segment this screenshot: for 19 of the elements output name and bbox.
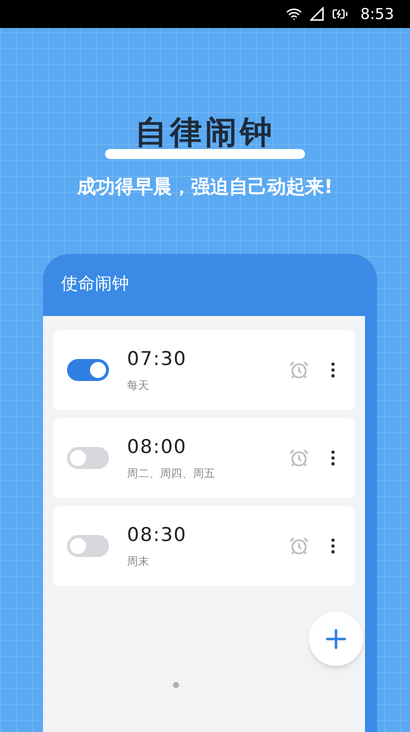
alarm-toggle[interactable] <box>67 358 109 380</box>
alarm-card[interactable]: 08:30 周末 <box>53 506 355 586</box>
alarm-time: 08:00 <box>127 435 188 460</box>
wifi-icon <box>286 6 302 22</box>
add-alarm-button[interactable] <box>309 612 363 666</box>
alarm-repeat: 周末 <box>127 554 150 570</box>
alarm-repeat: 周二、周四、周五 <box>127 466 216 482</box>
status-time: 8:53 <box>360 4 394 25</box>
headline: 自律闹钟 <box>135 116 275 148</box>
tagline: 成功得早晨，强迫自己动起来! <box>76 175 334 200</box>
alarm-time: 08:30 <box>127 523 188 548</box>
alarm-repeat: 每天 <box>127 378 150 394</box>
alarm-toggle[interactable] <box>67 446 109 468</box>
alarm-toggle[interactable] <box>67 534 109 556</box>
alarm-card[interactable]: 08:00 周二、周四、周五 <box>53 418 355 498</box>
alarm-card[interactable]: 07:30 每天 <box>53 330 355 410</box>
signal-icon <box>310 7 324 21</box>
alarm-time: 07:30 <box>127 347 188 372</box>
app-title: 使命闹钟 <box>61 272 129 296</box>
